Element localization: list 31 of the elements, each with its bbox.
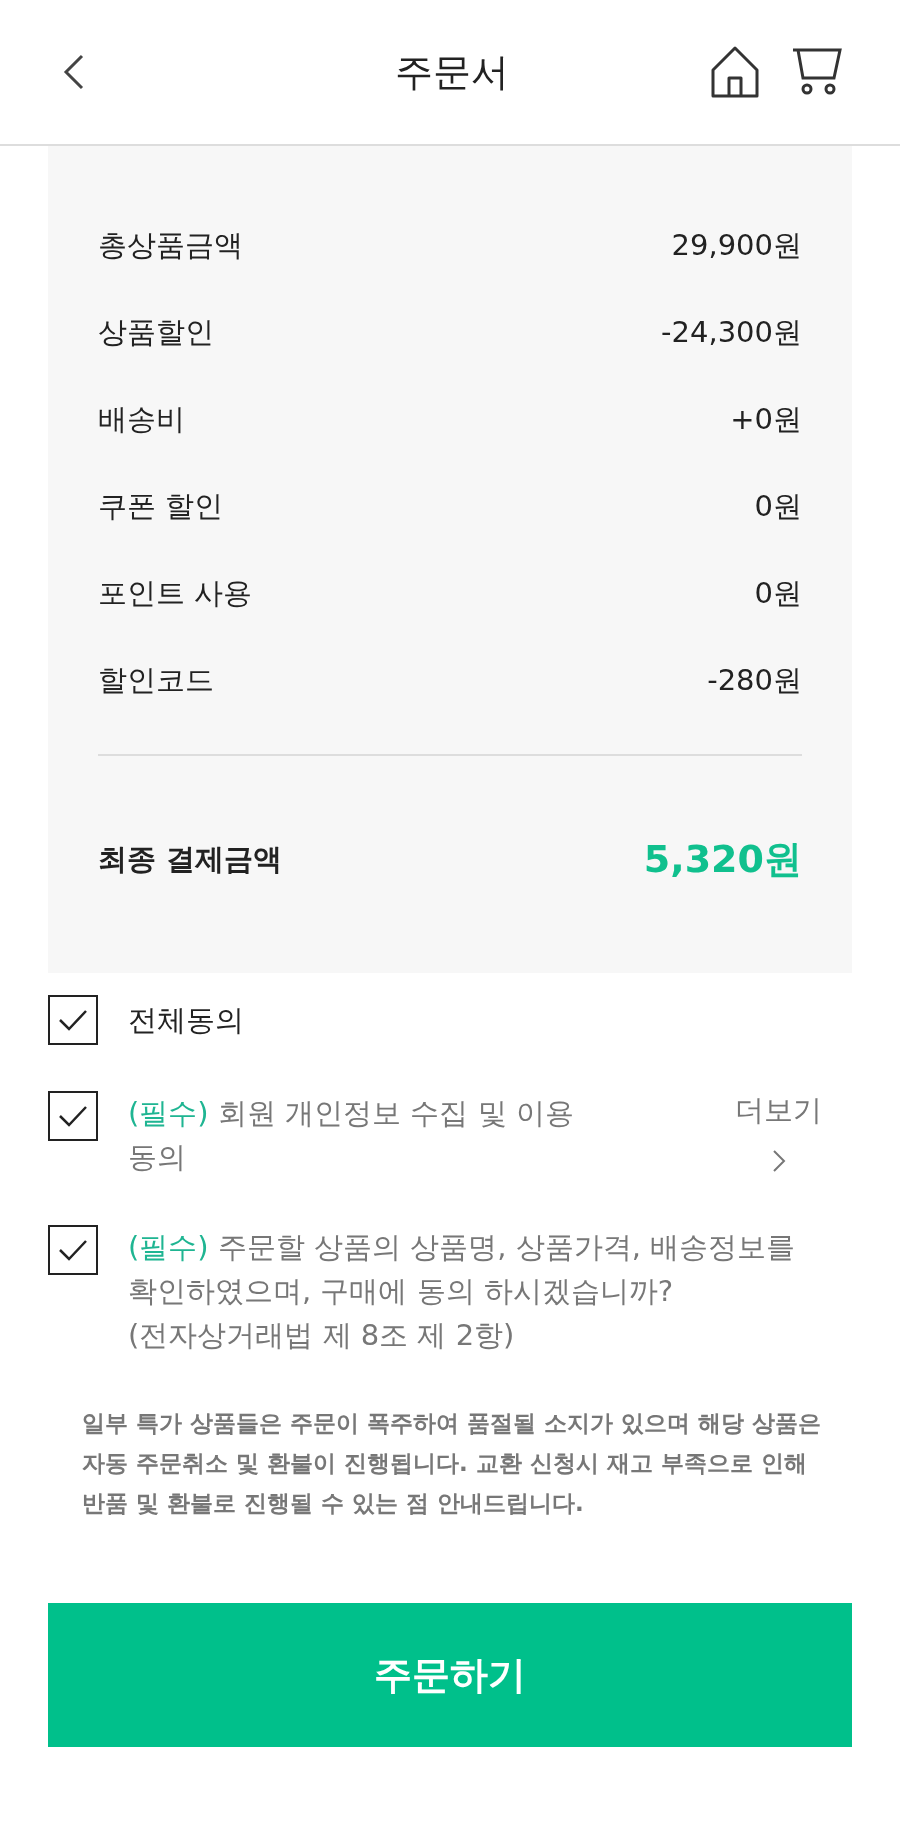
agreement-label: 전체동의 bbox=[128, 1002, 244, 1039]
summary-value: 29,900원 bbox=[671, 226, 802, 264]
total-value: 5,320원 bbox=[643, 836, 802, 883]
checkbox[interactable] bbox=[48, 1225, 98, 1275]
order-button[interactable]: 주문하기 bbox=[48, 1603, 852, 1747]
summary-value: 0원 bbox=[754, 487, 802, 525]
page-title: 주문서 bbox=[395, 48, 509, 96]
check-icon bbox=[57, 1104, 89, 1128]
cart-icon[interactable] bbox=[792, 47, 842, 97]
chevron-icon bbox=[771, 1149, 786, 1173]
summary-label: 포인트 사용 bbox=[98, 574, 253, 612]
total-label: 최종 결제금액 bbox=[98, 840, 283, 878]
more-link[interactable]: 더보기 bbox=[735, 1091, 852, 1173]
check-icon bbox=[57, 1238, 89, 1262]
summary-label: 총상품금액 bbox=[98, 226, 243, 264]
check-icon bbox=[57, 1008, 89, 1032]
summary-value: -280원 bbox=[707, 661, 802, 699]
notice-text: 일부 특가 상품들은 주문이 폭주하여 품절될 소지가 있으며 해당 상품은 자동 주문취소 및 환불이 진행됩니다. 교환 신청시 재고 부족으로 인해 반품 및 환불로 진행될 수 있는 점 안내드립니다. bbox=[81, 1409, 823, 1518]
agreement-label: (필수) 회원 개인정보 수집 및 이용 동의 bbox=[128, 1095, 575, 1176]
summary-value: +0원 bbox=[730, 400, 802, 438]
summary-label: 상품할인 bbox=[98, 313, 214, 351]
summary-label: 할인코드 bbox=[98, 661, 214, 699]
checkbox[interactable] bbox=[48, 1091, 98, 1141]
agreement-label: (필수) 주문할 상품의 상품명, 상품가격, 배송정보를 확인하였으며, 구매에 동의 하시겠습니까? (전자상거래법 제 8조 제 2항) bbox=[128, 1229, 797, 1354]
summary-value: 0원 bbox=[754, 574, 802, 612]
home-icon[interactable] bbox=[710, 46, 760, 98]
back-icon[interactable] bbox=[62, 52, 86, 92]
summary-label: 배송비 bbox=[98, 400, 185, 438]
summary-label: 쿠폰 할인 bbox=[98, 487, 224, 525]
checkbox[interactable] bbox=[48, 995, 98, 1045]
summary-value: -24,300원 bbox=[661, 313, 802, 351]
